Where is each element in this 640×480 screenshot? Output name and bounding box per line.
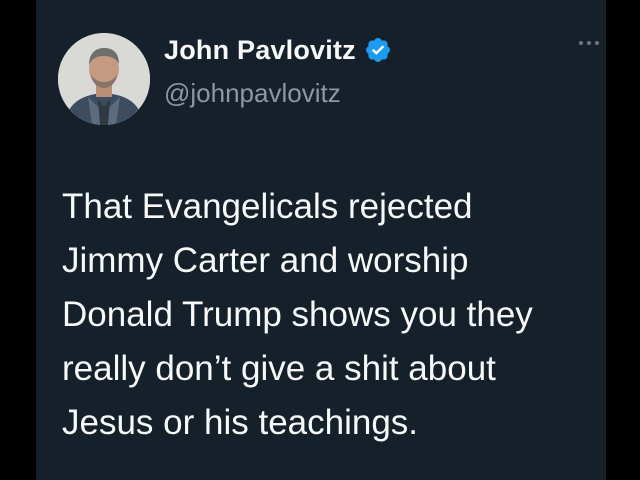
- author-name-row: John Pavlovitz: [164, 30, 392, 70]
- tweet-text-line: really don’t give a shit about: [62, 349, 496, 388]
- author-display-name[interactable]: John Pavlovitz: [164, 35, 356, 66]
- screenshot-frame: John Pavlovitz @johnpavlovitz That Evang…: [0, 0, 640, 480]
- tweet-text-line: Donald Trump shows you they: [62, 295, 533, 334]
- tweet-text-line: Jimmy Carter and worship: [62, 241, 469, 280]
- tweet-text-line: Jesus or his teachings.: [62, 403, 419, 442]
- more-options-icon[interactable]: [579, 38, 601, 48]
- tweet-text-line: That Evangelicals rejected: [62, 187, 473, 226]
- author-handle[interactable]: @johnpavlovitz: [164, 78, 341, 109]
- avatar[interactable]: [58, 33, 150, 125]
- more-dot: [587, 41, 591, 45]
- more-dot: [595, 41, 599, 45]
- tweet-text: That Evangelicals rejected Jimmy Carter …: [62, 180, 602, 450]
- verified-badge-icon: [364, 36, 392, 64]
- tweet-card: John Pavlovitz @johnpavlovitz That Evang…: [36, 0, 606, 480]
- avatar-photo: [58, 33, 150, 125]
- more-dot: [579, 41, 583, 45]
